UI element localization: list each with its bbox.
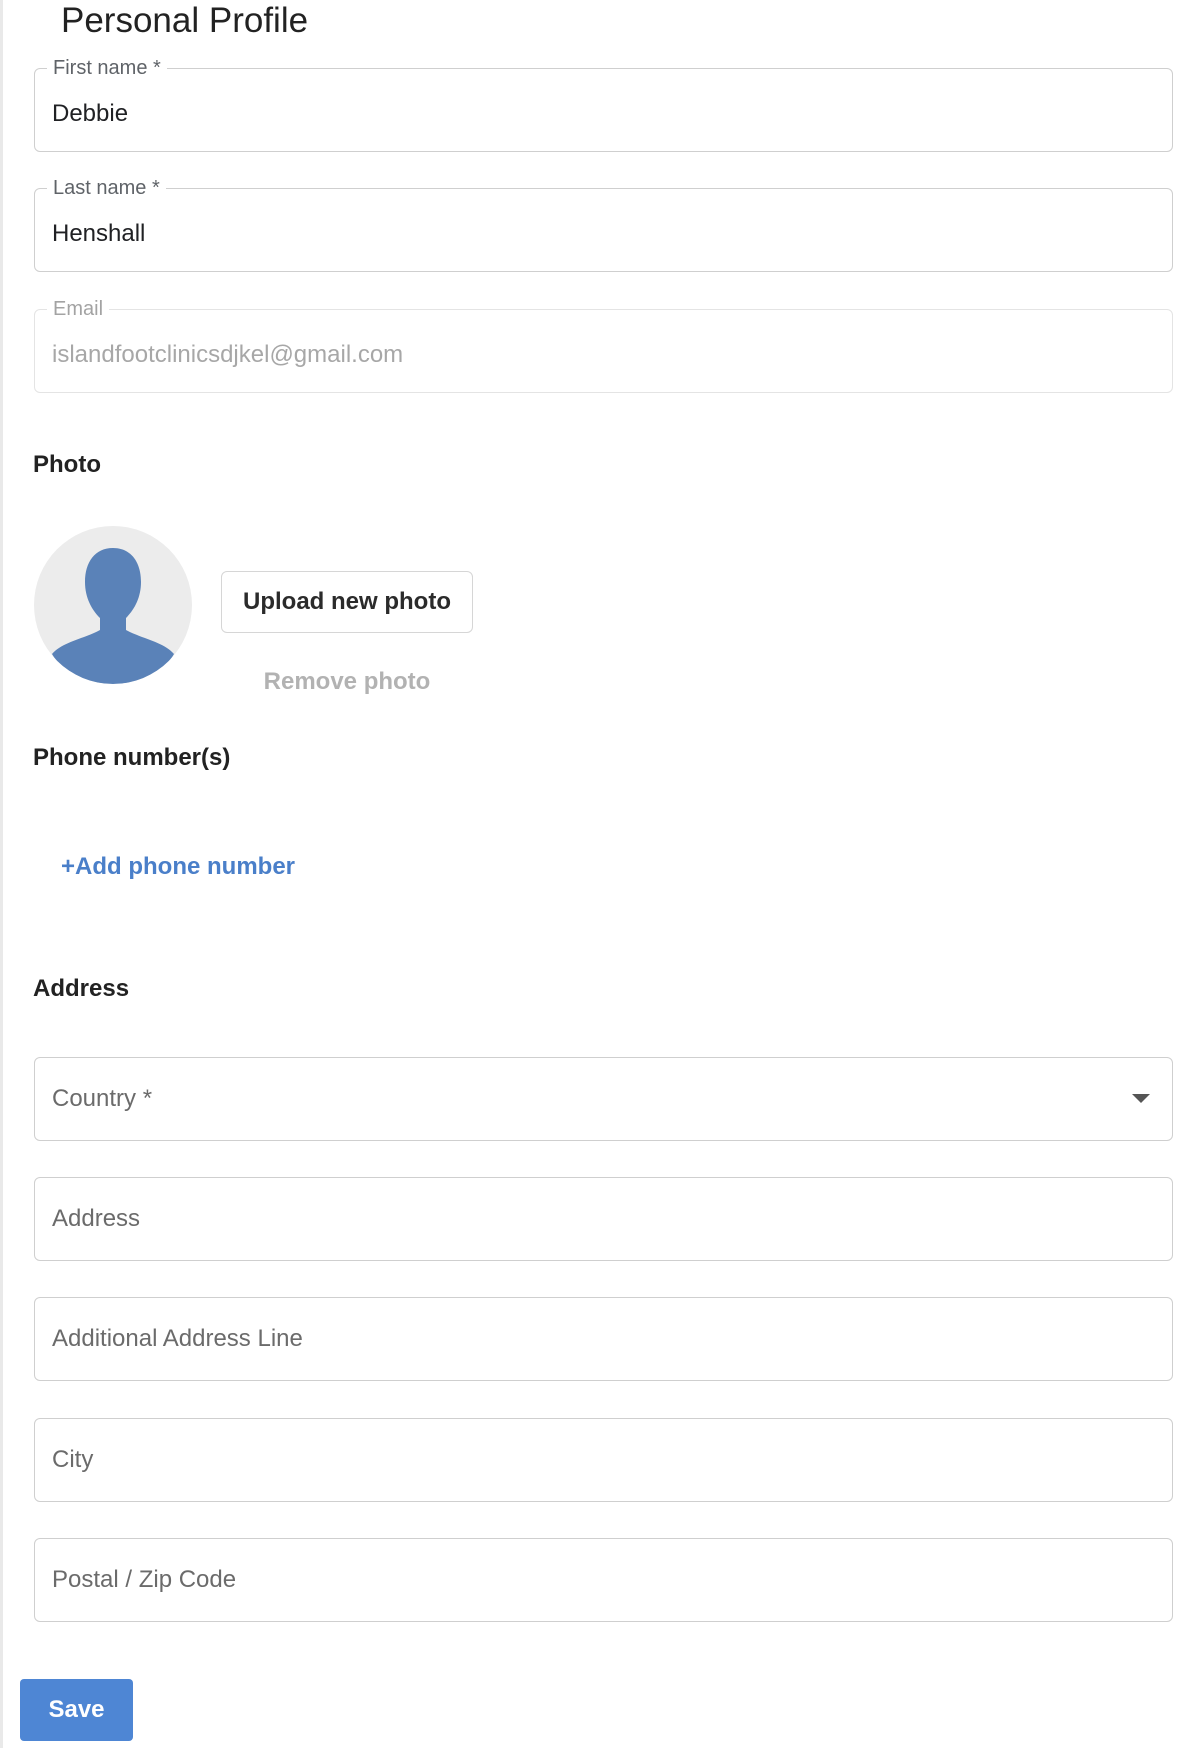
phone-section-label: Phone number(s) [33, 744, 231, 771]
additional-address-input[interactable] [52, 1298, 1132, 1380]
add-phone-link[interactable]: +Add phone number [61, 853, 295, 881]
email-field: Email [34, 297, 1173, 396]
upload-photo-button[interactable]: Upload new photo [221, 571, 473, 633]
last-name-input[interactable] [52, 193, 1132, 275]
additional-address-field[interactable] [34, 1297, 1173, 1381]
person-silhouette-icon [52, 548, 174, 684]
remove-photo-link[interactable]: Remove photo [221, 668, 473, 696]
postal-code-input[interactable] [52, 1539, 1132, 1621]
country-select[interactable] [34, 1057, 1173, 1141]
page-title: Personal Profile [61, 1, 309, 40]
country-input[interactable] [52, 1058, 1132, 1140]
city-input[interactable] [52, 1419, 1132, 1501]
address-field[interactable] [34, 1177, 1173, 1261]
city-field[interactable] [34, 1418, 1173, 1502]
photo-section-label: Photo [33, 451, 101, 478]
save-button[interactable]: Save [20, 1679, 133, 1741]
first-name-input[interactable] [52, 73, 1132, 155]
postal-code-field[interactable] [34, 1538, 1173, 1622]
address-section-label: Address [33, 975, 130, 1002]
address-input[interactable] [52, 1178, 1132, 1260]
avatar [34, 526, 192, 684]
last-name-field[interactable]: Last name * [34, 176, 1173, 275]
first-name-field[interactable]: First name * [34, 56, 1173, 155]
profile-page: Personal Profile First name * Last name … [0, 0, 1204, 1748]
chevron-down-icon[interactable] [1132, 1094, 1150, 1103]
email-input [52, 314, 1132, 396]
